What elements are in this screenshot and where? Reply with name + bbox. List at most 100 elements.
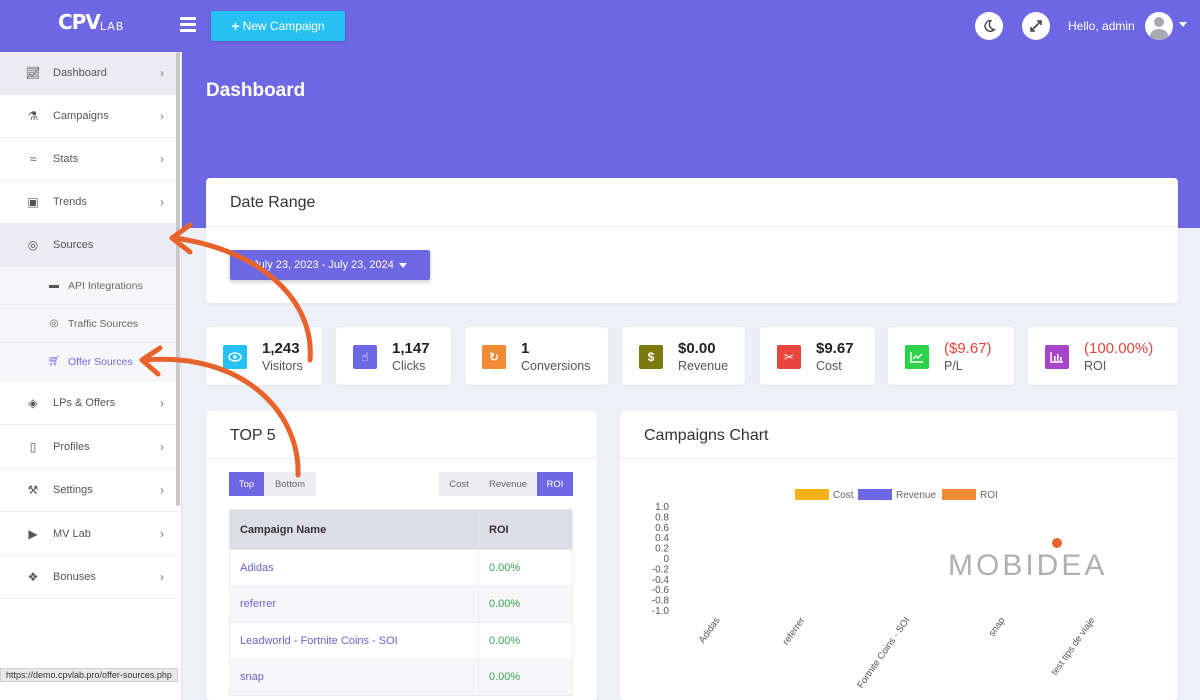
browser-status-bar: https://demo.cpvlab.pro/offer-sources.ph… — [0, 668, 178, 682]
y-tick-label: -0.2 — [652, 564, 670, 575]
sidebar-item-bonuses[interactable]: ❖ Bonuses › — [0, 556, 176, 599]
stat-label: Cost — [816, 359, 842, 373]
x-tick-label: Adidas — [697, 615, 723, 645]
stat-label: Revenue — [678, 359, 729, 373]
user-greeting[interactable]: Hello, admin — [1068, 19, 1135, 33]
sidebar-item-dashboard[interactable]: 📈︎ Dashboard › — [0, 52, 176, 95]
pointer-icon: ☝ — [353, 345, 377, 369]
logo[interactable]: CPVLAB — [58, 10, 124, 34]
campaign-link[interactable]: Leadworld - Fortnite Coins - SOI — [229, 622, 479, 660]
dollar-icon: $ — [639, 345, 663, 369]
chevron-right-icon: › — [160, 396, 164, 410]
y-tick-label: -0.8 — [652, 596, 670, 607]
caret-down-icon — [398, 262, 407, 268]
table-row: Leadworld - Fortnite Coins - SOI 0.00% — [229, 622, 573, 660]
area-chart-icon — [905, 345, 929, 369]
dark-mode-button[interactable] — [975, 12, 1003, 40]
campaign-link[interactable]: referrer — [229, 585, 479, 623]
line-chart-icon: 📈︎ — [25, 66, 41, 80]
stat-card-conversions: ↻ 1 Conversions — [465, 327, 608, 385]
sidebar-subitem-traffic-sources[interactable]: ◎ Traffic Sources — [0, 305, 176, 343]
metric-toggle: Cost Revenue ROI — [439, 472, 573, 496]
top5-table: Campaign Name ROI Adidas 0.00% referrer … — [229, 509, 573, 696]
sidebar-item-lps-offers[interactable]: ◈ LPs & Offers › — [0, 382, 176, 425]
sidebar-item-mv-lab[interactable]: ▶ MV Lab › — [0, 513, 176, 556]
user-avatar[interactable] — [1145, 12, 1173, 40]
expand-icon — [1030, 20, 1042, 32]
y-tick-label: -1.0 — [652, 606, 670, 617]
menu-toggle-icon[interactable] — [180, 17, 196, 32]
y-tick-label: 0.8 — [655, 512, 669, 523]
sidebar-item-campaigns[interactable]: ⚗ Campaigns › — [0, 95, 176, 138]
sidebar-item-profiles[interactable]: ▯ Profiles › — [0, 426, 176, 469]
tag-icon: ◈ — [28, 396, 38, 410]
legend-label: ROI — [980, 490, 998, 501]
chevron-right-icon: › — [160, 152, 164, 166]
roi-cell: 0.00% — [478, 585, 573, 623]
top-button[interactable]: Top — [229, 472, 264, 496]
column-header-campaign-name[interactable]: Campaign Name — [229, 509, 479, 550]
sidebar-item-label: MV Lab — [53, 528, 91, 540]
chevron-right-icon: › — [160, 440, 164, 454]
card-divider — [620, 458, 1178, 459]
campaigns-chart: Cost Revenue ROI1.00.80.60.40.20-0.2-0.4-0… — [652, 489, 1104, 690]
sidebar-item-label: Profiles — [53, 441, 90, 453]
sidebar-item-trends[interactable]: ▣ Trends › — [0, 181, 176, 224]
sidebar-item-stats[interactable]: ≈ Stats › — [0, 138, 176, 181]
logo-text: CPV — [58, 10, 101, 34]
new-campaign-button[interactable]: + New Campaign — [211, 11, 345, 41]
y-tick-label: 0 — [663, 554, 669, 565]
table-row: snap 0.00% — [229, 658, 573, 696]
sidebar-subitem-label: API Integrations — [68, 279, 143, 292]
sidebar-item-label: Dashboard — [53, 67, 107, 79]
sidebar-subitem-api-integrations[interactable]: ▬ API Integrations — [0, 267, 176, 305]
sidebar-subitem-label: Traffic Sources — [68, 317, 139, 330]
cost-button[interactable]: Cost — [439, 472, 479, 496]
revenue-button[interactable]: Revenue — [479, 472, 537, 496]
campaign-link[interactable]: snap — [229, 658, 479, 696]
moon-icon — [984, 20, 996, 32]
chevron-down-icon[interactable] — [1179, 22, 1187, 27]
sidebar-scrollbar[interactable] — [176, 52, 180, 506]
fullscreen-button[interactable] — [1022, 12, 1050, 40]
y-tick-label: 0.4 — [655, 533, 669, 544]
sidebar-subitem-offer-sources[interactable]: 🛒︎ Offer Sources — [0, 343, 176, 381]
stat-card-visitors: 1,243 Visitors — [206, 327, 322, 385]
legend-swatch — [942, 489, 976, 500]
y-tick-label: 0.2 — [655, 544, 669, 555]
sidebar-item-settings[interactable]: ⚒ Settings › — [0, 469, 176, 512]
stat-label: ROI — [1084, 359, 1107, 373]
chevron-right-icon: › — [160, 570, 164, 584]
campaign-link[interactable]: Adidas — [229, 549, 479, 587]
sidebar-item-label: Bonuses — [53, 571, 96, 583]
wrench-icon: ⚒ — [27, 483, 39, 497]
new-campaign-label: New Campaign — [242, 19, 325, 33]
column-header-roi[interactable]: ROI — [478, 509, 573, 550]
bar-chart-icon — [1045, 345, 1069, 369]
roi-button[interactable]: ROI — [537, 472, 573, 496]
roi-cell: 0.00% — [478, 549, 573, 587]
date-range-value: July 23, 2023 - July 23, 2024 — [253, 259, 394, 271]
stat-card-revenue: $ $0.00 Revenue — [622, 327, 745, 385]
y-tick-label: 0.6 — [655, 523, 669, 534]
stat-label: Clicks — [392, 359, 426, 373]
roi-cell: 0.00% — [478, 622, 573, 660]
bottom-button[interactable]: Bottom — [264, 472, 316, 496]
y-tick-label: 1.0 — [655, 502, 669, 513]
gift-icon: ❖ — [27, 570, 39, 584]
sidebar-item-sources[interactable]: ◎ Sources — [0, 224, 176, 267]
y-tick-label: -0.6 — [652, 585, 670, 596]
x-tick-label: referrer — [781, 615, 808, 647]
sidebar-subitem-label: Offer Sources — [68, 355, 133, 368]
chevron-right-icon: › — [160, 483, 164, 497]
date-range-picker[interactable]: July 23, 2023 - July 23, 2024 — [230, 250, 430, 280]
logo-subtext: LAB — [99, 20, 125, 33]
clipboard-icon: ▯ — [29, 440, 37, 454]
legend-label: Revenue — [896, 490, 936, 501]
stat-value: (100.00%) — [1084, 340, 1154, 357]
stat-value: 1,147 — [392, 340, 430, 357]
globe-icon: ◎ — [49, 318, 59, 329]
legend-swatch — [795, 489, 829, 500]
legend-swatch — [858, 489, 892, 500]
table-row: referrer 0.00% — [229, 585, 573, 623]
